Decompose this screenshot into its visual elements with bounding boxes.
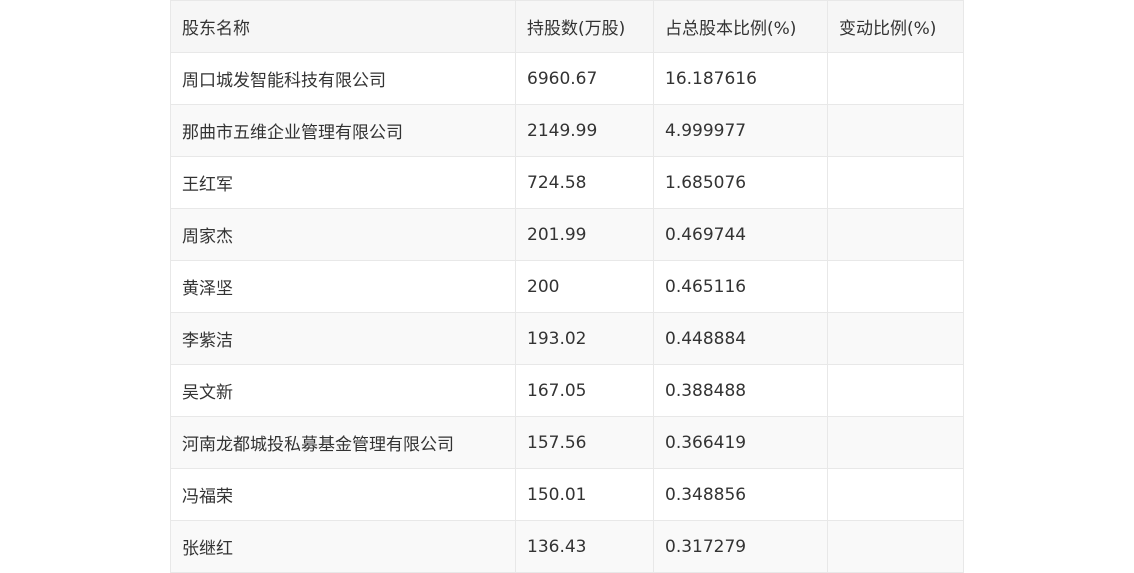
cell-change-ratio <box>827 52 964 105</box>
cell-change-ratio <box>827 208 964 261</box>
cell-share-ratio: 0.348856 <box>653 468 828 521</box>
cell-shareholder-name: 李紫洁 <box>170 312 516 365</box>
cell-shareholder-name: 河南龙都城投私募基金管理有限公司 <box>170 416 516 469</box>
table-row: 吴文新 167.05 0.388488 <box>170 364 964 417</box>
cell-share-ratio: 16.187616 <box>653 52 828 105</box>
cell-shareholder-name: 黄泽坚 <box>170 260 516 313</box>
cell-shares-held: 193.02 <box>515 312 654 365</box>
table-row: 张继红 136.43 0.317279 <box>170 520 964 573</box>
header-change-ratio: 变动比例(%) <box>827 0 964 53</box>
cell-change-ratio <box>827 312 964 365</box>
cell-shareholder-name: 周家杰 <box>170 208 516 261</box>
cell-shareholder-name: 周口城发智能科技有限公司 <box>170 52 516 105</box>
table-header: 股东名称 持股数(万股) 占总股本比例(%) 变动比例(%) <box>170 0 964 53</box>
header-shares-held: 持股数(万股) <box>515 0 654 53</box>
table-row: 周家杰 201.99 0.469744 <box>170 208 964 261</box>
cell-shareholder-name: 张继红 <box>170 520 516 573</box>
header-share-ratio: 占总股本比例(%) <box>653 0 828 53</box>
cell-share-ratio: 0.366419 <box>653 416 828 469</box>
shareholder-table: 股东名称 持股数(万股) 占总股本比例(%) 变动比例(%) 周口城发智能科技有… <box>170 0 964 573</box>
table-row: 冯福荣 150.01 0.348856 <box>170 468 964 521</box>
cell-shares-held: 157.56 <box>515 416 654 469</box>
cell-shares-held: 200 <box>515 260 654 313</box>
cell-change-ratio <box>827 156 964 209</box>
table-row: 周口城发智能科技有限公司 6960.67 16.187616 <box>170 52 964 105</box>
cell-shares-held: 6960.67 <box>515 52 654 105</box>
cell-share-ratio: 1.685076 <box>653 156 828 209</box>
cell-share-ratio: 4.999977 <box>653 104 828 157</box>
cell-shareholder-name: 那曲市五维企业管理有限公司 <box>170 104 516 157</box>
cell-share-ratio: 0.465116 <box>653 260 828 313</box>
cell-shares-held: 724.58 <box>515 156 654 209</box>
table-row: 河南龙都城投私募基金管理有限公司 157.56 0.366419 <box>170 416 964 469</box>
cell-share-ratio: 0.469744 <box>653 208 828 261</box>
cell-shares-held: 150.01 <box>515 468 654 521</box>
cell-share-ratio: 0.317279 <box>653 520 828 573</box>
cell-share-ratio: 0.388488 <box>653 364 828 417</box>
cell-change-ratio <box>827 104 964 157</box>
cell-shares-held: 136.43 <box>515 520 654 573</box>
table-row: 黄泽坚 200 0.465116 <box>170 260 964 313</box>
table-row: 王红军 724.58 1.685076 <box>170 156 964 209</box>
header-row: 股东名称 持股数(万股) 占总股本比例(%) 变动比例(%) <box>170 0 964 53</box>
cell-share-ratio: 0.448884 <box>653 312 828 365</box>
table-row: 李紫洁 193.02 0.448884 <box>170 312 964 365</box>
cell-change-ratio <box>827 364 964 417</box>
cell-shares-held: 201.99 <box>515 208 654 261</box>
shareholder-table-container: 股东名称 持股数(万股) 占总股本比例(%) 变动比例(%) 周口城发智能科技有… <box>170 0 964 573</box>
table-row: 那曲市五维企业管理有限公司 2149.99 4.999977 <box>170 104 964 157</box>
cell-change-ratio <box>827 468 964 521</box>
cell-shareholder-name: 冯福荣 <box>170 468 516 521</box>
cell-change-ratio <box>827 416 964 469</box>
cell-shareholder-name: 吴文新 <box>170 364 516 417</box>
cell-shareholder-name: 王红军 <box>170 156 516 209</box>
cell-shares-held: 167.05 <box>515 364 654 417</box>
cell-change-ratio <box>827 520 964 573</box>
table-body: 周口城发智能科技有限公司 6960.67 16.187616 那曲市五维企业管理… <box>170 52 964 573</box>
cell-change-ratio <box>827 260 964 313</box>
cell-shares-held: 2149.99 <box>515 104 654 157</box>
header-shareholder-name: 股东名称 <box>170 0 516 53</box>
